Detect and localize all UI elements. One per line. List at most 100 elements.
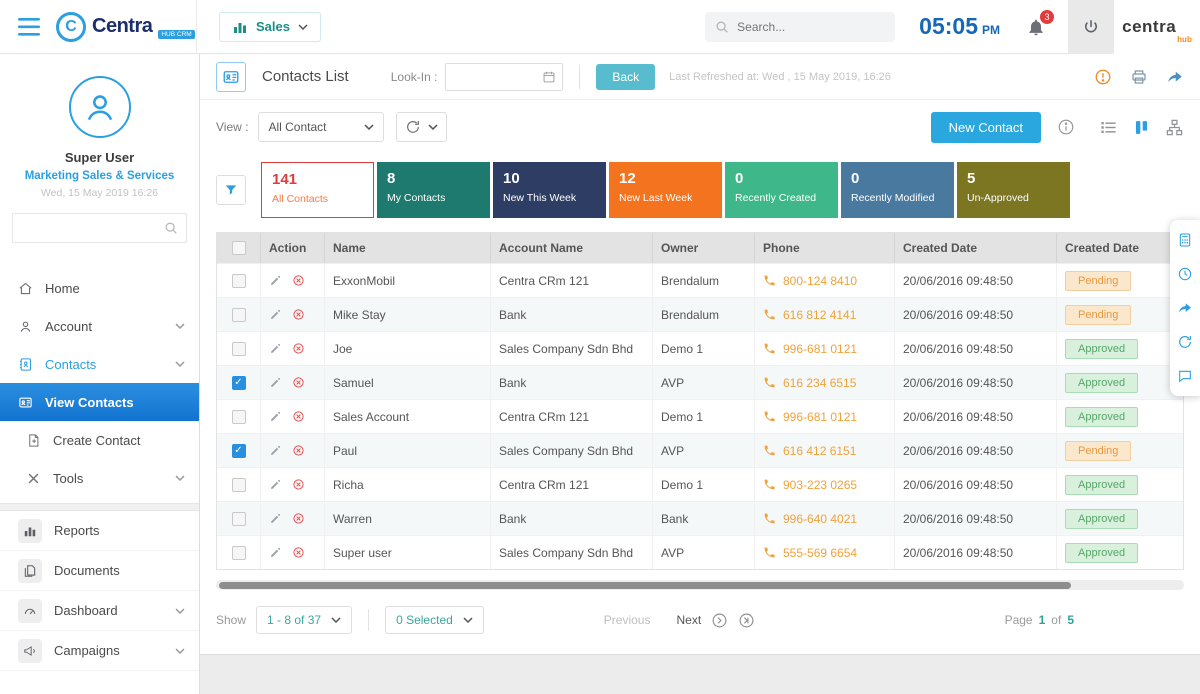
last-page-icon[interactable] [738, 612, 755, 629]
info-icon[interactable] [1057, 118, 1075, 136]
delete-icon[interactable] [292, 410, 305, 423]
stat-card-my-contacts[interactable]: 8 My Contacts [377, 162, 490, 218]
row-checkbox[interactable] [231, 511, 246, 526]
delete-icon[interactable] [292, 444, 305, 457]
kanban-view-icon[interactable] [1132, 118, 1151, 137]
edit-icon[interactable] [269, 444, 282, 457]
stat-card-recently-created[interactable]: 0 Recently Created [725, 162, 838, 218]
delete-icon[interactable] [292, 376, 305, 389]
horizontal-scrollbar[interactable] [216, 580, 1184, 590]
hamburger-menu-icon[interactable] [18, 17, 40, 36]
row-checkbox[interactable] [231, 545, 246, 560]
edit-icon[interactable] [269, 478, 282, 491]
row-checkbox[interactable] [231, 443, 246, 458]
history-clock-icon[interactable] [1177, 266, 1193, 282]
select-all-checkbox[interactable] [231, 241, 246, 255]
table-row[interactable]: Super user Sales Company Sdn Bhd AVP 555… [217, 535, 1183, 569]
avatar[interactable] [68, 76, 131, 138]
row-checkbox[interactable] [231, 307, 246, 322]
view-select[interactable]: All Contact [258, 112, 385, 142]
sidebar-item-reports[interactable]: Reports [0, 511, 199, 551]
back-button[interactable]: Back [596, 63, 656, 90]
new-contact-button[interactable]: New Contact [930, 111, 1041, 143]
table-row[interactable]: Sales Account Centra CRm 121 Demo 1 996-… [217, 399, 1183, 433]
table-row[interactable]: Joe Sales Company Sdn Bhd Demo 1 996-681… [217, 331, 1183, 365]
row-checkbox[interactable] [231, 375, 246, 390]
table-row[interactable]: Mike Stay Bank Brendalum 616 812 4141 20… [217, 297, 1183, 331]
share-icon[interactable] [1166, 68, 1184, 86]
filter-button[interactable] [216, 175, 246, 205]
selected-dropdown[interactable]: 0 Selected [385, 606, 484, 634]
column-header-status[interactable]: Created Date [1057, 233, 1177, 263]
sync-icon[interactable] [1177, 334, 1193, 350]
row-checkbox[interactable] [231, 341, 246, 356]
calculator-icon[interactable] [1177, 232, 1193, 248]
stat-card-unapproved[interactable]: 5 Un-Approved [957, 162, 1070, 218]
sidebar-item-documents[interactable]: Documents [0, 551, 199, 591]
calendar-icon[interactable] [542, 70, 556, 84]
module-selector[interactable]: Sales [219, 11, 321, 42]
global-search[interactable] [705, 11, 896, 42]
column-header-account[interactable]: Account Name [491, 233, 653, 263]
edit-icon[interactable] [269, 376, 282, 389]
edit-icon[interactable] [269, 342, 282, 355]
delete-icon[interactable] [292, 546, 305, 559]
delete-icon[interactable] [292, 274, 305, 287]
column-header-phone[interactable]: Phone [755, 233, 895, 263]
sidebar-item-campaigns[interactable]: Campaigns [0, 631, 199, 671]
edit-icon[interactable] [269, 274, 282, 287]
stat-card-new-last-week[interactable]: 12 New Last Week [609, 162, 722, 218]
print-icon[interactable] [1130, 68, 1148, 86]
stat-card-all-contacts[interactable]: 141 All Contacts [261, 162, 374, 218]
lookin-input[interactable] [452, 69, 543, 84]
next-page-icon[interactable] [711, 612, 728, 629]
alert-icon[interactable] [1094, 68, 1112, 86]
column-header-action[interactable]: Action [261, 233, 325, 263]
stat-card-recently-modified[interactable]: 0 Recently Modified [841, 162, 954, 218]
delete-icon[interactable] [292, 478, 305, 491]
hierarchy-view-icon[interactable] [1165, 118, 1184, 137]
edit-icon[interactable] [269, 410, 282, 423]
stat-card-new-this-week[interactable]: 10 New This Week [493, 162, 606, 218]
row-checkbox[interactable] [231, 477, 246, 492]
chat-icon[interactable] [1177, 368, 1193, 384]
table-row[interactable]: Warren Bank Bank 996-640 4021 20/06/2016… [217, 501, 1183, 535]
refresh-dropdown[interactable] [396, 112, 448, 142]
table-row[interactable]: Samuel Bank AVP 616 234 6515 20/06/2016 … [217, 365, 1183, 399]
global-search-input[interactable] [737, 19, 868, 34]
sidebar-item-home[interactable]: Home [0, 269, 199, 307]
row-checkbox[interactable] [231, 273, 246, 288]
sidebar-item-create-contact[interactable]: Create Contact [0, 421, 199, 459]
notification-bell[interactable]: 3 [1026, 9, 1054, 37]
sidebar-item-tools[interactable]: Tools [0, 459, 199, 497]
delete-icon[interactable] [292, 342, 305, 355]
delete-icon[interactable] [292, 308, 305, 321]
previous-button[interactable]: Previous [604, 613, 651, 627]
table-row[interactable]: Richa Centra CRm 121 Demo 1 903-223 0265… [217, 467, 1183, 501]
edit-icon[interactable] [269, 512, 282, 525]
scrollbar-thumb[interactable] [219, 581, 1071, 589]
logout-button[interactable] [1068, 0, 1114, 54]
lookin-field[interactable] [445, 62, 564, 91]
row-checkbox[interactable] [231, 409, 246, 424]
next-button[interactable]: Next [676, 613, 701, 627]
delete-icon[interactable] [292, 512, 305, 525]
sidebar-item-dashboard[interactable]: Dashboard [0, 591, 199, 631]
edit-icon[interactable] [269, 546, 282, 559]
column-header-name[interactable]: Name [325, 233, 491, 263]
sidebar-item-contacts[interactable]: Contacts [0, 345, 199, 383]
sidebar-search-input[interactable] [21, 221, 164, 235]
list-view-icon[interactable] [1099, 118, 1118, 137]
range-dropdown[interactable]: 1 - 8 of 37 [256, 606, 353, 634]
column-header-owner[interactable]: Owner [653, 233, 755, 263]
edit-icon[interactable] [269, 308, 282, 321]
contacts-module-icon-button[interactable] [216, 61, 246, 92]
table-row[interactable]: Paul Sales Company Sdn Bhd AVP 616 412 6… [217, 433, 1183, 467]
phone-cell: 996-640 4021 [755, 502, 895, 535]
table-row[interactable]: ExxonMobil Centra CRm 121 Brendalum 800-… [217, 263, 1183, 297]
sidebar-search[interactable] [12, 213, 187, 243]
share-forward-icon[interactable] [1177, 300, 1193, 316]
sidebar-item-account[interactable]: Account [0, 307, 199, 345]
column-header-created[interactable]: Created Date [895, 233, 1057, 263]
sidebar-item-view-contacts[interactable]: View Contacts [0, 383, 199, 421]
